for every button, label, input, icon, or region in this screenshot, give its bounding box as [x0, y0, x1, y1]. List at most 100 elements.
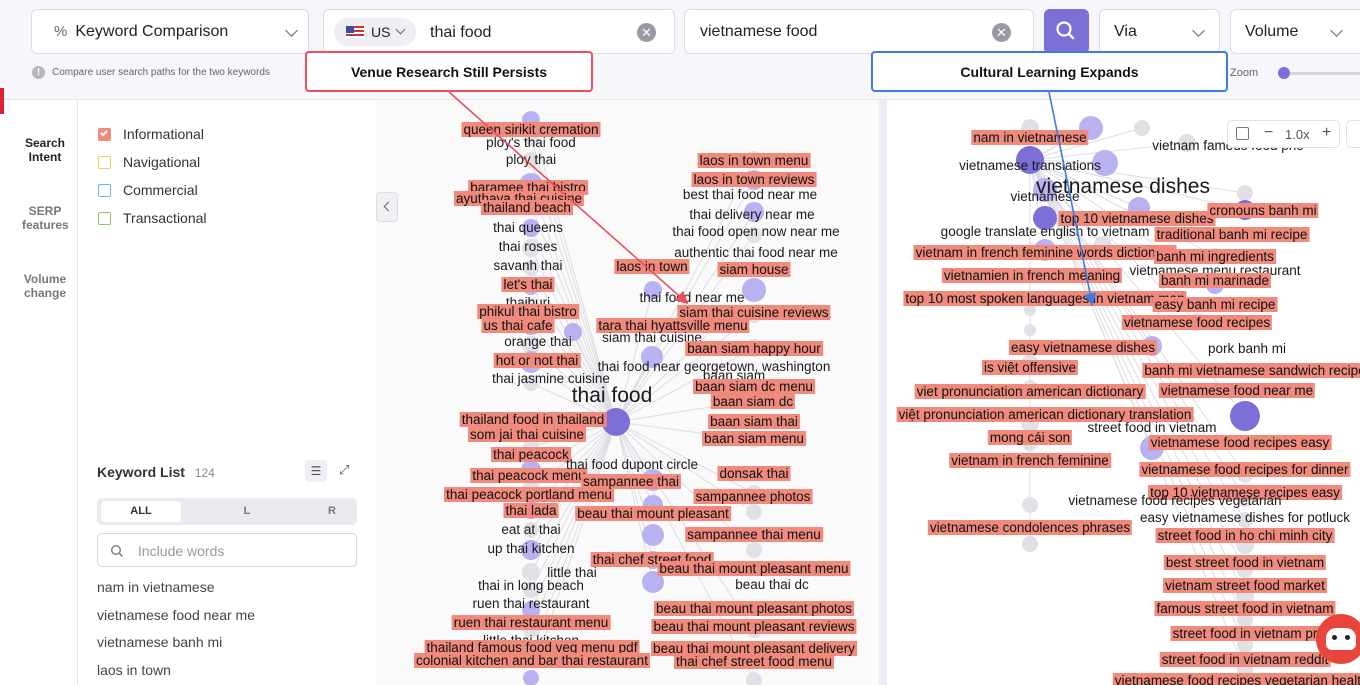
- graph-keyword-label[interactable]: laos in town reviews: [691, 172, 817, 187]
- graph-keyword-label[interactable]: som jai thai cuisine: [467, 427, 587, 442]
- left-keyword-value[interactable]: thai food: [430, 24, 491, 42]
- graph-keyword-label[interactable]: vietnamese food recipes easy: [1148, 435, 1332, 450]
- graph-keyword-label[interactable]: phikul thai bistro: [477, 304, 579, 319]
- graph-keyword-label[interactable]: thailand beach: [481, 200, 573, 215]
- zoom-slider[interactable]: [1278, 67, 1360, 79]
- graph-keyword-label[interactable]: colonial kitchen and bar thai restaurant: [414, 653, 650, 668]
- graph-node[interactable]: [642, 524, 664, 546]
- graph-node[interactable]: [746, 672, 762, 685]
- keyword-list-item[interactable]: vietnamese banh mi: [97, 634, 222, 650]
- graph-keyword-label[interactable]: vietnam in french feminine: [949, 453, 1111, 468]
- graph-keyword-label[interactable]: donsak thai: [717, 466, 791, 481]
- graph-keyword-label[interactable]: street food in vietnam reddit: [1159, 652, 1331, 667]
- graph-keyword-label[interactable]: vietnamese food recipes: [1121, 315, 1273, 330]
- list-view-icon[interactable]: ☰: [305, 460, 327, 482]
- graph-keyword-label[interactable]: thai food near me: [637, 290, 746, 305]
- intent-transactional[interactable]: Transactional: [98, 210, 207, 226]
- graph-keyword-label[interactable]: eat at thai: [499, 522, 562, 537]
- graph-keyword-label[interactable]: best street food in vietnam: [1163, 555, 1327, 570]
- graph-keyword-label[interactable]: is việt offensive: [981, 360, 1079, 375]
- graph-keyword-label[interactable]: orange thai: [502, 334, 574, 349]
- graph-keyword-label[interactable]: thai lada: [503, 503, 559, 518]
- graph-keyword-label[interactable]: vietnamese translations: [957, 158, 1103, 173]
- keyword-list-item[interactable]: vietnamese food near me: [97, 607, 255, 623]
- graph-keyword-label[interactable]: let's thai: [501, 277, 555, 292]
- fit-icon[interactable]: [1236, 127, 1249, 140]
- country-select[interactable]: US: [334, 18, 416, 46]
- left-keyword-graph[interactable]: queen sirikit cremation ploy's thai food p…: [376, 100, 879, 685]
- graph-node[interactable]: [1134, 120, 1150, 136]
- tab-all[interactable]: ALL: [101, 501, 181, 522]
- graph-keyword-label[interactable]: famous street food in vietnam: [1154, 601, 1336, 616]
- graph-keyword-label[interactable]: beau thai mount pleasant reviews: [651, 619, 857, 634]
- graph-keyword-label[interactable]: vietnam in french feminine words diction…: [913, 245, 1177, 260]
- graph-keyword-label[interactable]: beau thai mount pleasant: [575, 506, 731, 521]
- graph-keyword-label[interactable]: thai in long beach: [476, 578, 586, 593]
- graph-keyword-label[interactable]: cronouns banh mi: [1207, 203, 1319, 218]
- right-keyword-field[interactable]: vietnamese food ✕: [684, 9, 1034, 54]
- graph-keyword-label[interactable]: sampannee photos: [693, 489, 813, 504]
- graph-keyword-label[interactable]: thai delivery near me: [687, 207, 816, 222]
- graph-keyword-label[interactable]: baan siam happy hour: [685, 341, 823, 356]
- graph-keyword-label[interactable]: top 10 most spoken languages in vietnam …: [903, 291, 1187, 306]
- nav-volume-change[interactable]: Volume change: [12, 272, 78, 300]
- nav-serp-features[interactable]: SERP features: [12, 204, 78, 232]
- graph-keyword-label[interactable]: ruen thai restaurant menu: [451, 615, 611, 630]
- left-keyword-field[interactable]: US thai food ✕: [323, 9, 675, 54]
- graph-node[interactable]: [746, 504, 762, 520]
- graph-keyword-label[interactable]: traditional banh mi recipe: [1154, 227, 1310, 242]
- graph-keyword-label[interactable]: thai food dupont circle: [564, 457, 700, 472]
- graph-keyword-label[interactable]: nam in vietnamese: [971, 130, 1089, 145]
- graph-keyword-label[interactable]: thai roses: [497, 239, 560, 254]
- graph-keyword-label[interactable]: street food in vietnam pr: [1170, 626, 1320, 641]
- graph-keyword-label[interactable]: thai peacock portland menu: [444, 487, 614, 502]
- graph-keyword-label[interactable]: thai peacock: [491, 447, 571, 462]
- graph-keyword-label[interactable]: ruen thai restaurant: [470, 596, 591, 611]
- nav-search-intent[interactable]: Search Intent: [12, 136, 78, 164]
- checkbox-icon[interactable]: [98, 183, 111, 197]
- search-button[interactable]: [1044, 9, 1089, 54]
- graph-keyword-label[interactable]: beau thai dc: [733, 577, 811, 592]
- tab-left[interactable]: L: [207, 501, 287, 522]
- graph-keyword-label[interactable]: viet pronunciation american dictionary: [914, 384, 1146, 399]
- graph-keyword-label[interactable]: savanh thai: [491, 258, 564, 273]
- graph-keyword-label[interactable]: laos in town menu: [697, 153, 811, 168]
- graph-keyword-label[interactable]: sampannee thai: [580, 474, 682, 489]
- right-keyword-graph[interactable]: nam in vietnamese vietnamese translations…: [887, 100, 1360, 685]
- graph-keyword-label[interactable]: google translate english to vietnam: [939, 224, 1152, 239]
- graph-keyword-label[interactable]: baan siam dc: [710, 394, 796, 409]
- graph-keyword-label[interactable]: thailand food in thailand: [459, 412, 607, 427]
- graph-keyword-label[interactable]: beau thai mount pleasant photos: [654, 601, 854, 616]
- graph-keyword-label[interactable]: banh mi vietnamese sandwich recipe: [1142, 363, 1360, 378]
- graph-keyword-label[interactable]: sampannee thai menu: [685, 527, 823, 542]
- graph-keyword-label[interactable]: ploy thai: [504, 152, 558, 167]
- graph-keyword-label[interactable]: street food in vietnam: [1085, 420, 1218, 435]
- clear-icon[interactable]: ✕: [637, 23, 656, 42]
- right-keyword-value[interactable]: vietnamese food: [700, 23, 817, 41]
- graph-keyword-label[interactable]: baan siam menu: [702, 431, 806, 446]
- graph-keyword-label[interactable]: vietnamese food recipes vegetarian: [1066, 493, 1283, 508]
- graph-node[interactable]: [1022, 497, 1038, 513]
- include-words-input[interactable]: Include words: [97, 533, 357, 567]
- graph-node[interactable]: [1237, 185, 1253, 201]
- graph-keyword-label[interactable]: vietnamese: [1008, 189, 1081, 204]
- graph-keyword-label[interactable]: pork banh mi: [1206, 341, 1288, 356]
- graph-keyword-label[interactable]: vietnamese food near me: [1158, 383, 1316, 398]
- graph-node[interactable]: [1230, 401, 1260, 431]
- graph-keyword-label[interactable]: baan siam dc menu: [693, 379, 815, 394]
- checkbox-icon[interactable]: [98, 211, 111, 225]
- graph-keyword-label[interactable]: easy vietnamese dishes for potluck: [1138, 510, 1352, 525]
- graph-keyword-label[interactable]: banh mi marinade: [1158, 273, 1272, 288]
- graph-node[interactable]: [1024, 324, 1036, 336]
- zoom-out-button[interactable]: −: [1264, 124, 1273, 142]
- graph-keyword-label[interactable]: hot or not thai: [493, 353, 581, 368]
- graph-keyword-label[interactable]: us thai cafe: [481, 318, 555, 333]
- graph-keyword-label[interactable]: easy vietnamese dishes: [1008, 340, 1158, 355]
- intent-navigational[interactable]: Navigational: [98, 154, 200, 170]
- graph-keyword-label[interactable]: best thai food near me: [681, 187, 819, 202]
- graph-keyword-label[interactable]: thai chef street food menu: [673, 654, 835, 669]
- graph-keyword-label[interactable]: authentic thai food near me: [672, 245, 840, 260]
- graph-keyword-label[interactable]: thai queens: [491, 220, 565, 235]
- graph-center-keyword[interactable]: thai food: [570, 385, 655, 407]
- keyword-list-item[interactable]: laos in town: [97, 662, 171, 678]
